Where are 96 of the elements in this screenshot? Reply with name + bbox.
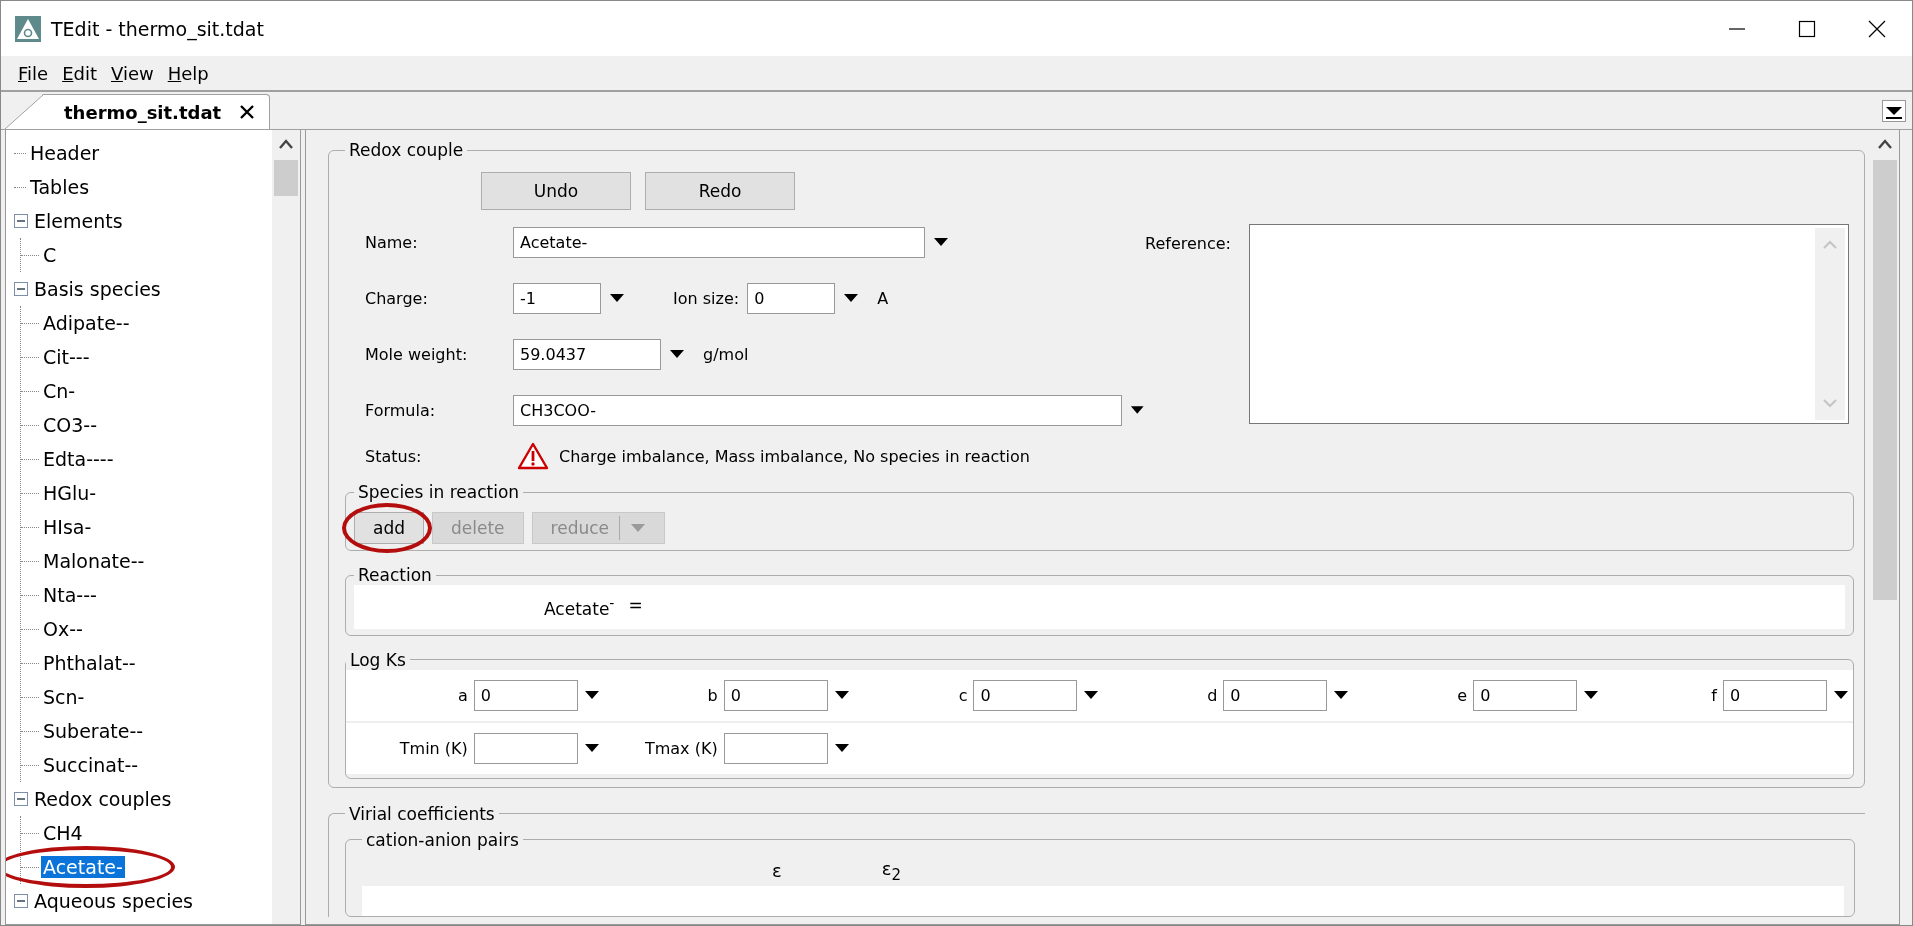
- column-header: ε: [772, 860, 782, 882]
- field-label: Formula:: [364, 400, 437, 420]
- tree-item[interactable]: Cit---: [41, 346, 92, 368]
- combo-field[interactable]: 0: [1473, 679, 1578, 711]
- combo-field[interactable]: 0: [723, 679, 828, 711]
- tree-item[interactable]: Tables: [28, 176, 92, 198]
- combo-field[interactable]: Acetate-: [513, 226, 925, 258]
- group-title: Redox couple: [348, 140, 465, 160]
- dropdown-arrow-icon[interactable]: [1333, 690, 1350, 701]
- field-label: Mole weight:: [364, 344, 469, 364]
- dropdown-arrow-icon[interactable]: [843, 293, 860, 303]
- tree-item[interactable]: Phthalat--: [41, 652, 138, 674]
- dropdown-arrow-icon[interactable]: [583, 743, 600, 754]
- maximize-icon[interactable]: [1798, 19, 1816, 38]
- group-title: Log Ks: [349, 649, 407, 670]
- combo-field[interactable]: 0: [973, 679, 1078, 711]
- tree-item[interactable]: Ox--: [41, 618, 85, 640]
- reaction-species: Acetate$^{-}$: [544, 595, 615, 619]
- scrollbar-thumb[interactable]: [274, 160, 298, 196]
- combo-field[interactable]: 0: [473, 679, 578, 711]
- coefficient-label: d: [1207, 685, 1218, 705]
- dropdown-arrow-icon[interactable]: [1130, 405, 1145, 415]
- combo-field[interactable]: -1: [513, 282, 601, 314]
- temperature-label: Tmin (K): [399, 738, 468, 758]
- collapse-icon[interactable]: [14, 894, 28, 908]
- window-title: TEdit - thermo_sit.tdat: [51, 17, 265, 40]
- scrollbar-thumb[interactable]: [1873, 160, 1897, 600]
- field-label: Name:: [364, 232, 419, 252]
- tree-item[interactable]: Aqueous species: [32, 890, 196, 912]
- tree-item[interactable]: Cn-: [41, 380, 78, 402]
- tree-item[interactable]: Elements: [32, 210, 125, 232]
- collapse-icon[interactable]: [14, 214, 28, 228]
- tree-item[interactable]: Malonate--: [41, 550, 147, 572]
- menu-item[interactable]: View: [106, 60, 159, 86]
- tree-item[interactable]: HIsa-: [41, 516, 94, 538]
- dropdown-arrow-icon[interactable]: [833, 690, 850, 701]
- dropdown-arrow-icon[interactable]: [1833, 690, 1849, 701]
- field-label: Status:: [364, 446, 423, 466]
- collapse-icon[interactable]: [14, 282, 28, 296]
- combo-field[interactable]: [723, 732, 828, 764]
- dropdown-arrow-icon[interactable]: [583, 690, 600, 701]
- unit-label: A: [877, 288, 889, 308]
- status-message: Charge imbalance, Mass imbalance, No species in reaction: [559, 446, 1030, 466]
- field-label: Charge:: [364, 288, 429, 308]
- dropdown-arrow-icon[interactable]: [1583, 690, 1600, 701]
- tree-item[interactable]: HGlu-: [41, 482, 99, 504]
- field-label: Ion size:: [673, 288, 740, 308]
- file-tab[interactable]: thermo_sit.tdat: [5, 94, 271, 129]
- menu-item[interactable]: Help: [162, 60, 214, 86]
- tree-item[interactable]: Edta----: [41, 448, 116, 470]
- coefficient-label: c: [958, 685, 968, 705]
- close-icon[interactable]: [1868, 19, 1886, 38]
- column-header: ε$_{2}$: [881, 857, 901, 884]
- field-label: Reference:: [1145, 234, 1231, 253]
- tree-item[interactable]: Nta---: [41, 584, 99, 606]
- dropdown-arrow-icon[interactable]: [609, 293, 625, 303]
- dropdown-arrow-icon[interactable]: [1083, 690, 1100, 701]
- tree-item[interactable]: Scn-: [41, 686, 87, 708]
- equals-sign: =: [628, 595, 643, 617]
- coefficient-label: e: [1457, 685, 1468, 705]
- close-icon[interactable]: [239, 104, 256, 120]
- tree-item[interactable]: Basis species: [32, 278, 163, 300]
- group-title: Virial coefficients: [348, 803, 496, 824]
- collapse-icon[interactable]: [14, 792, 28, 806]
- combo-field[interactable]: [473, 732, 578, 764]
- app-logo-icon: [15, 15, 41, 42]
- combo-field[interactable]: 0: [1223, 679, 1328, 711]
- group-title: Reaction: [357, 565, 433, 585]
- tree-item[interactable]: CH4: [41, 822, 85, 844]
- tree-item[interactable]: Redox couples: [32, 788, 174, 810]
- species-button[interactable]: add: [354, 512, 424, 544]
- combo-field[interactable]: CH3COO-: [513, 394, 1123, 426]
- tree-item[interactable]: Adipate--: [41, 312, 132, 334]
- tree-item[interactable]: Acetate-: [41, 856, 125, 878]
- dropdown-arrow-icon[interactable]: [833, 743, 850, 754]
- menu-item[interactable]: File: [13, 60, 54, 86]
- tree-item[interactable]: C: [41, 244, 59, 266]
- dropdown-arrow-icon[interactable]: [669, 349, 685, 359]
- history-button[interactable]: Undo: [481, 172, 631, 210]
- tree-item[interactable]: CO3--: [41, 414, 100, 436]
- temperature-label: Tmax (K): [644, 738, 718, 758]
- unit-label: g/mol: [703, 344, 749, 364]
- history-button[interactable]: Redo: [645, 172, 795, 210]
- coefficient-label: a: [458, 685, 468, 705]
- tree-item[interactable]: Suberate--: [41, 720, 146, 742]
- combo-field[interactable]: 0: [1723, 679, 1827, 711]
- coefficient-label: f: [1711, 685, 1717, 705]
- menu-item[interactable]: Edit: [57, 60, 102, 86]
- combo-field[interactable]: 59.0437: [513, 338, 661, 370]
- coefficient-label: b: [707, 685, 718, 705]
- combo-field[interactable]: 0: [747, 282, 836, 314]
- group-title: Species in reaction: [357, 482, 521, 502]
- tree-item[interactable]: Succinat--: [41, 754, 141, 776]
- group-title: cation-anion pairs: [365, 829, 520, 850]
- dropdown-arrow-icon[interactable]: [933, 237, 949, 247]
- tree-item[interactable]: Header: [28, 142, 102, 164]
